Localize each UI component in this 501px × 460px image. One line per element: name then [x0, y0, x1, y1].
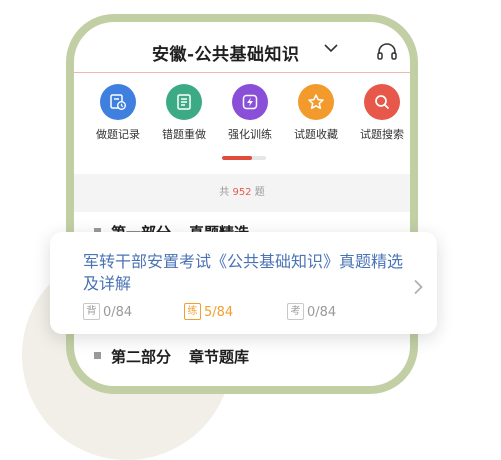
- lightning-icon: [232, 84, 268, 120]
- stat-practice: 练 5/84: [184, 303, 234, 321]
- star-icon: [298, 84, 334, 120]
- bullet-icon: [94, 352, 101, 359]
- count-suffix: 题: [254, 187, 265, 198]
- stat-exam: 考 0/84: [287, 303, 337, 321]
- stat-badge: 背: [83, 303, 100, 320]
- chevron-down-icon[interactable]: [324, 43, 338, 53]
- search-icon: [364, 84, 400, 120]
- exam-card-title[interactable]: 军转干部安置考试《公共基础知识》真题精选及详解: [83, 251, 403, 295]
- question-count-bar: 共 952 题: [74, 174, 410, 212]
- tool-label: 试题搜索: [360, 128, 404, 141]
- phone-frame: 安徽-公共基础知识 做题记录 错题重做 强化训练 试题收藏 试题搜索 共 952…: [66, 14, 418, 394]
- stat-value: 5/84: [204, 305, 234, 320]
- section-part: 第二部分: [111, 348, 172, 366]
- tool-history[interactable]: 做题记录: [86, 84, 150, 142]
- history-icon: [100, 84, 136, 120]
- tool-label: 试题收藏: [294, 128, 338, 141]
- count-prefix: 共: [219, 187, 230, 198]
- tool-search[interactable]: 试题搜索: [350, 84, 410, 142]
- tool-label: 做题记录: [96, 128, 140, 141]
- stat-badge: 考: [287, 303, 304, 320]
- subject-title[interactable]: 安徽-公共基础知识: [152, 40, 300, 65]
- tool-label: 强化训练: [228, 128, 272, 141]
- page-indicator: [222, 156, 266, 160]
- chevron-right-icon[interactable]: [413, 279, 423, 295]
- stat-value: 0/84: [307, 305, 337, 320]
- stat-recite: 背 0/84: [83, 303, 133, 321]
- headset-icon[interactable]: [376, 42, 398, 62]
- question-count: 952: [232, 187, 252, 198]
- section-name: 章节题库: [189, 348, 250, 366]
- tool-wrong-redo[interactable]: 错题重做: [152, 84, 216, 142]
- tool-favorites[interactable]: 试题收藏: [284, 84, 348, 142]
- stat-badge: 练: [184, 303, 201, 320]
- app-header: 安徽-公共基础知识: [74, 22, 410, 73]
- tool-row: 做题记录 错题重做 强化训练 试题收藏 试题搜索: [74, 84, 410, 144]
- stat-value: 0/84: [103, 305, 133, 320]
- tool-intensive-training[interactable]: 强化训练: [218, 84, 282, 142]
- tool-label: 错题重做: [162, 128, 206, 141]
- exam-card[interactable]: 军转干部安置考试《公共基础知识》真题精选及详解 背 0/84 练 5/84 考 0/8…: [50, 232, 437, 334]
- notebook-icon: [166, 84, 202, 120]
